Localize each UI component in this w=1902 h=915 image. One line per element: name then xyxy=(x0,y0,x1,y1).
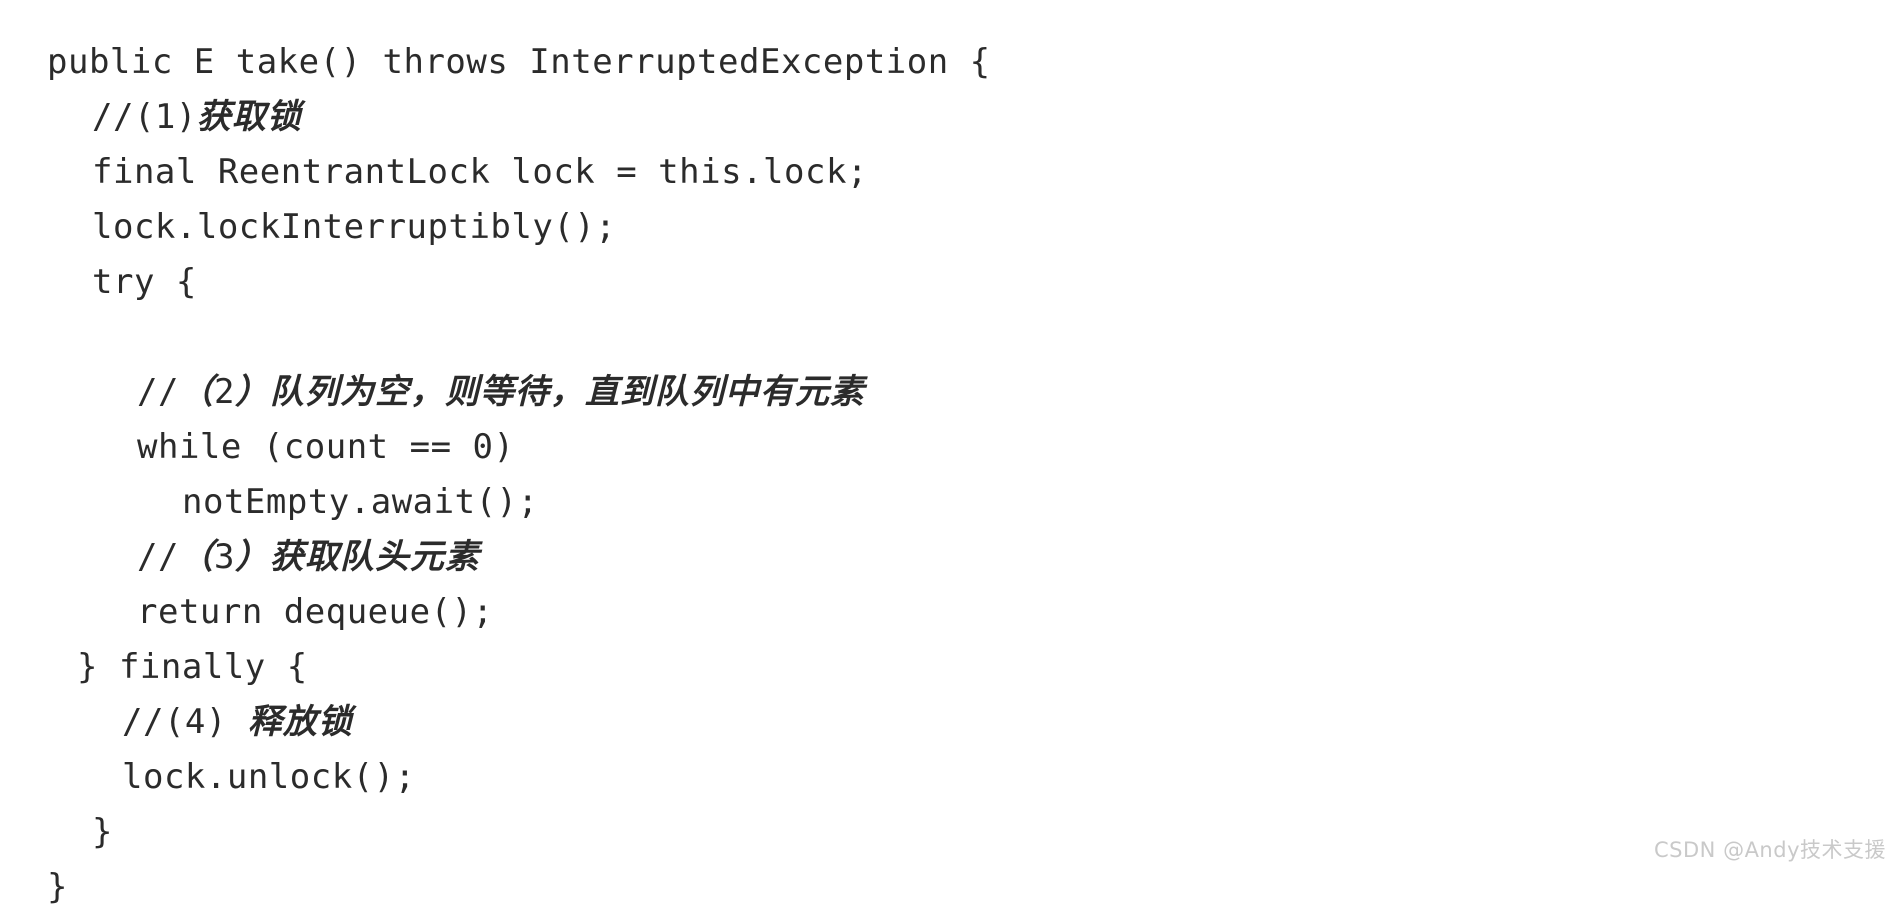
code-line: } xyxy=(47,867,68,907)
code-line: //(1)获取锁 xyxy=(92,97,302,137)
cjk-comment-text: ）队列为空，则等待，直到队列中有元素 xyxy=(234,372,865,412)
code-line: //（2）队列为空，则等待，直到队列中有元素 xyxy=(137,372,865,412)
code-screenshot-page: public E take() throws InterruptedExcept… xyxy=(0,0,1902,907)
code-line: while (count == 0) xyxy=(137,427,515,467)
cjk-comment-text: 释放锁 xyxy=(247,702,353,742)
code-line: //（3）获取队头元素 xyxy=(137,537,480,577)
code-line: return dequeue(); xyxy=(137,592,494,632)
code-line: try { xyxy=(92,262,197,302)
code-block: public E take() throws InterruptedExcept… xyxy=(0,13,1902,915)
code-line: } xyxy=(92,812,113,852)
csdn-watermark: CSDN @Andy技术支援 xyxy=(1654,838,1886,862)
code-line: //(4) 释放锁 xyxy=(122,702,353,742)
cjk-comment-text: 获取锁 xyxy=(196,97,302,137)
code-line: } finally { xyxy=(77,647,308,687)
code-line: final ReentrantLock lock = this.lock; xyxy=(92,152,868,192)
code-line: lock.lockInterruptibly(); xyxy=(92,207,617,247)
cjk-comment-text: （ xyxy=(178,537,214,577)
code-line: public E take() throws InterruptedExcept… xyxy=(47,42,991,82)
code-line: lock.unlock(); xyxy=(122,757,416,797)
cjk-comment-text: ）获取队头元素 xyxy=(234,537,480,577)
code-line: notEmpty.await(); xyxy=(182,482,539,522)
cjk-comment-text: （ xyxy=(178,372,214,412)
